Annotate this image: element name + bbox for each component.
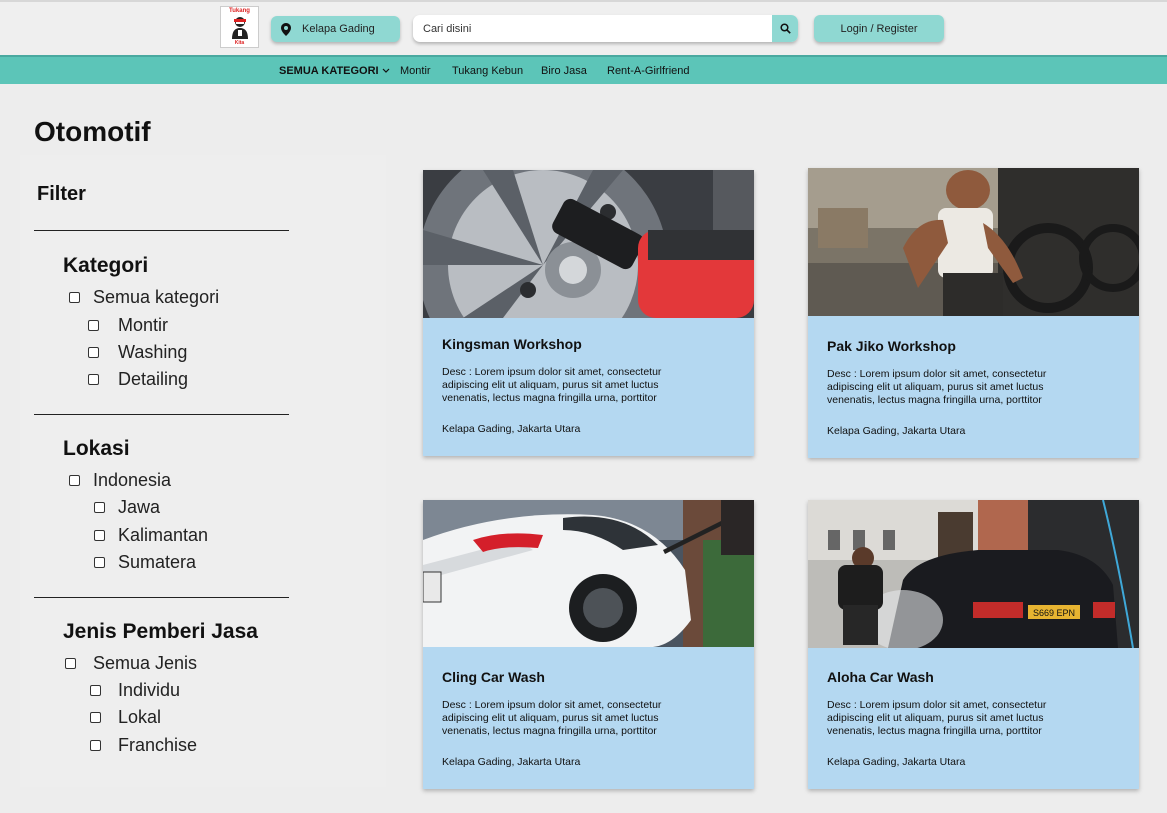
card-image: S669 EPN <box>808 500 1139 648</box>
option-label: Jawa <box>118 497 161 517</box>
location-label: Kelapa Gading <box>302 23 375 35</box>
checkbox[interactable] <box>69 475 80 486</box>
option-label: Indonesia <box>93 470 172 490</box>
card-location: Kelapa Gading, Jakarta Utara <box>442 756 581 768</box>
checkbox[interactable] <box>94 557 105 568</box>
checkbox[interactable] <box>90 712 101 723</box>
filter-group-title-jenis: Jenis Pemberi Jasa <box>63 620 258 643</box>
service-card[interactable]: Cling Car Wash Desc : Lorem ipsum dolor … <box>423 500 754 789</box>
card-image <box>423 500 754 647</box>
checkbox[interactable] <box>88 320 99 331</box>
checkbox[interactable] <box>69 292 80 303</box>
card-title: Cling Car Wash <box>442 669 545 685</box>
filter-option-montir[interactable]: Montir <box>88 315 168 336</box>
checkbox[interactable] <box>90 685 101 696</box>
logo-text-bottom: Kita <box>234 40 245 46</box>
category-nav: SEMUA KATEGORI Montir Tukang Kebun Biro … <box>0 55 1167 84</box>
option-label: Semua kategori <box>93 287 220 307</box>
card-location: Kelapa Gading, Jakarta Utara <box>827 756 966 768</box>
location-button[interactable]: Kelapa Gading <box>271 16 400 42</box>
divider <box>34 597 289 598</box>
brand-logo[interactable]: Tukang Kita <box>220 6 259 48</box>
all-categories-label: SEMUA KATEGORI <box>279 65 379 77</box>
card-title: Pak Jiko Workshop <box>827 338 956 354</box>
divider <box>34 230 289 231</box>
chevron-down-icon <box>382 68 390 73</box>
service-card[interactable]: Kingsman Workshop Desc : Lorem ipsum dol… <box>423 170 754 456</box>
search-icon <box>779 23 791 34</box>
filter-option-semua-jenis[interactable]: Semua Jenis <box>65 653 197 674</box>
filter-option-franchise[interactable]: Franchise <box>90 735 197 756</box>
filter-title: Filter <box>37 183 86 205</box>
option-label: Lokal <box>118 707 162 727</box>
option-label: Detailing <box>118 369 189 389</box>
search-button[interactable] <box>772 15 798 42</box>
login-register-button[interactable]: Login / Register <box>814 15 944 42</box>
mechanic-logo-icon <box>232 17 248 39</box>
card-image <box>423 170 754 318</box>
filter-option-detailing[interactable]: Detailing <box>88 369 188 390</box>
logo-text-top: Tukang <box>229 8 250 14</box>
option-label: Montir <box>118 315 169 335</box>
option-label: Sumatera <box>118 552 197 572</box>
filter-option-semua-kategori[interactable]: Semua kategori <box>69 287 219 308</box>
all-categories-dropdown[interactable]: SEMUA KATEGORI <box>279 65 390 77</box>
checkbox[interactable] <box>88 374 99 385</box>
service-card[interactable]: Pak Jiko Workshop Desc : Lorem ipsum dol… <box>808 168 1139 458</box>
card-description: Desc : Lorem ipsum dolor sit amet, conse… <box>442 366 662 404</box>
card-title: Kingsman Workshop <box>442 336 582 352</box>
filter-option-indonesia[interactable]: Indonesia <box>69 470 171 491</box>
nav-item-rent-a-girlfriend[interactable]: Rent-A-Girlfriend <box>607 65 690 77</box>
nav-item-biro-jasa[interactable]: Biro Jasa <box>541 65 587 77</box>
card-image <box>808 168 1139 316</box>
option-label: Washing <box>118 342 188 362</box>
page-title: Otomotif <box>34 116 151 147</box>
filter-option-lokal[interactable]: Lokal <box>90 707 161 728</box>
nav-item-tukang-kebun[interactable]: Tukang Kebun <box>452 65 523 77</box>
filter-option-sumatera[interactable]: Sumatera <box>94 552 196 573</box>
card-description: Desc : Lorem ipsum dolor sit amet, conse… <box>827 368 1047 406</box>
filter-option-individu[interactable]: Individu <box>90 680 180 701</box>
filter-option-kalimantan[interactable]: Kalimantan <box>94 525 208 546</box>
card-location: Kelapa Gading, Jakarta Utara <box>442 423 581 435</box>
top-header: Tukang Kita Kelapa Gading Login / Regi <box>0 0 1167 55</box>
checkbox[interactable] <box>65 658 76 669</box>
nav-item-montir[interactable]: Montir <box>400 65 431 77</box>
filter-group-title-lokasi: Lokasi <box>63 437 130 460</box>
option-label: Semua Jenis <box>93 653 198 673</box>
card-title: Aloha Car Wash <box>827 669 934 685</box>
option-label: Franchise <box>118 735 198 755</box>
filter-option-washing[interactable]: Washing <box>88 342 187 363</box>
service-card[interactable]: S669 EPN Aloha Car Wash Desc : Lorem ips… <box>808 500 1139 789</box>
search-input[interactable] <box>423 15 773 42</box>
divider <box>34 414 289 415</box>
search-bar <box>413 15 798 42</box>
card-description: Desc : Lorem ipsum dolor sit amet, conse… <box>442 699 662 737</box>
checkbox[interactable] <box>88 347 99 358</box>
map-pin-icon <box>281 22 291 36</box>
checkbox[interactable] <box>94 530 105 541</box>
license-plate-text: S669 EPN <box>1033 608 1075 618</box>
checkbox[interactable] <box>94 502 105 513</box>
option-label: Individu <box>118 680 181 700</box>
card-location: Kelapa Gading, Jakarta Utara <box>827 425 966 437</box>
filter-option-jawa[interactable]: Jawa <box>94 497 160 518</box>
card-description: Desc : Lorem ipsum dolor sit amet, conse… <box>827 699 1047 737</box>
filter-group-title-kategori: Kategori <box>63 254 149 277</box>
checkbox[interactable] <box>90 740 101 751</box>
option-label: Kalimantan <box>118 525 209 545</box>
